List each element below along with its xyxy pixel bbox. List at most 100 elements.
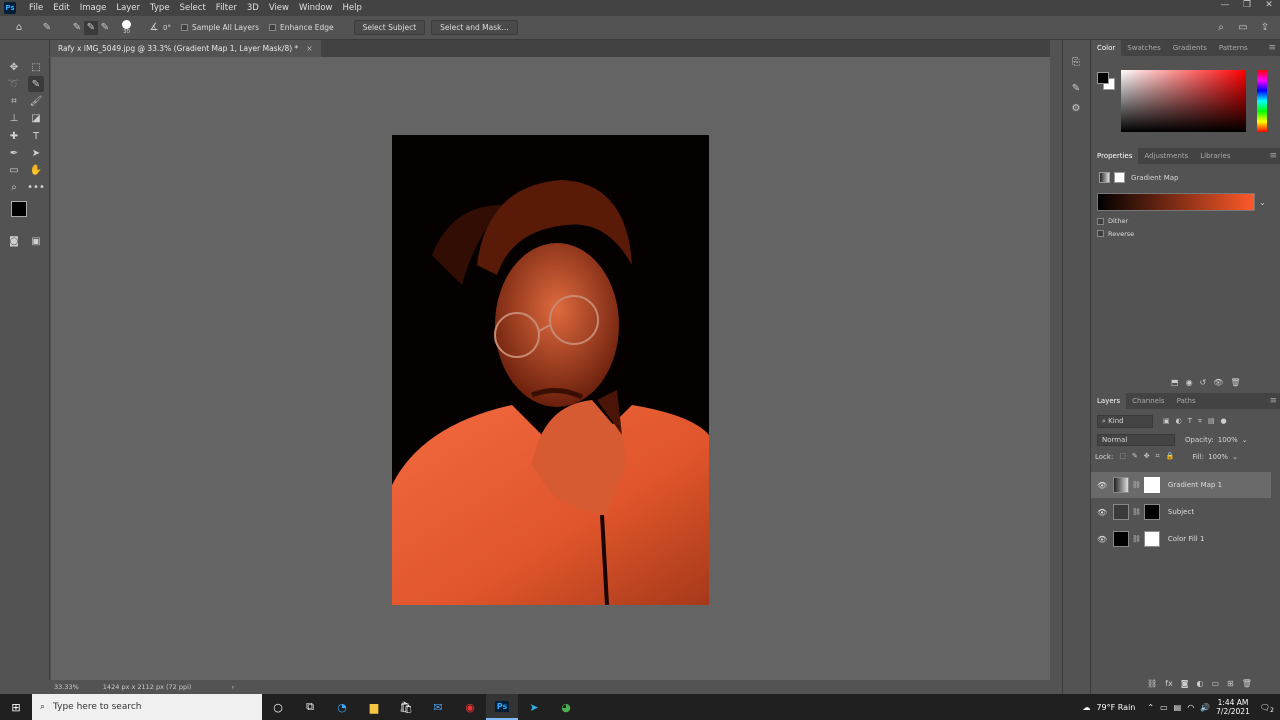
reverse-checkbox[interactable]: Reverse — [1097, 230, 1280, 238]
red-app-icon[interactable]: ◉ — [454, 694, 486, 720]
menu-type[interactable]: Type — [145, 3, 175, 13]
add-to-selection-icon[interactable]: ✎ — [84, 20, 98, 35]
document-tab[interactable]: Rafy x IMG_5049.jpg @ 33.3% (Gradient Ma… — [50, 40, 321, 57]
more-tools-icon[interactable]: ••• — [27, 179, 45, 195]
new-adjustment-icon[interactable]: ◐ — [1196, 679, 1203, 688]
mask-icon[interactable] — [1114, 172, 1125, 183]
taskbar-search-input[interactable]: ⌕ Type here to search — [32, 694, 262, 720]
weather-cloud-icon[interactable]: ☁ — [1082, 703, 1090, 712]
lock-icons[interactable]: ⬚✎✥⌗🔒 — [1119, 452, 1180, 461]
reset-icon[interactable]: ↺ — [1200, 378, 1207, 387]
panel-menu-icon[interactable]: ≡ — [1269, 396, 1277, 406]
menu-view[interactable]: View — [264, 3, 294, 13]
network-icon[interactable]: ▤ — [1174, 703, 1182, 712]
telegram-icon[interactable]: ➤ — [518, 694, 550, 720]
menu-edit[interactable]: Edit — [48, 3, 74, 13]
menu-filter[interactable]: Filter — [211, 3, 242, 13]
select-and-mask-button[interactable]: Select and Mask... — [431, 20, 518, 35]
angle-value[interactable]: 0° — [163, 24, 171, 32]
tab-swatches[interactable]: Swatches — [1121, 40, 1166, 56]
eraser-tool-icon[interactable]: ◪ — [28, 110, 44, 126]
tab-layers[interactable]: Layers — [1091, 393, 1127, 409]
share-icon[interactable]: ⇪ — [1258, 21, 1272, 35]
menu-help[interactable]: Help — [338, 3, 367, 13]
new-selection-icon[interactable]: ✎ — [70, 21, 84, 35]
crop-tool-icon[interactable]: ⌗ — [6, 93, 22, 109]
tab-color[interactable]: Color — [1091, 40, 1122, 56]
chevron-down-icon[interactable]: ⌄ — [1242, 436, 1248, 444]
photoshop-logo-icon[interactable]: Ps — [4, 2, 16, 14]
photoshop-taskbar-icon[interactable]: Ps — [486, 694, 518, 720]
quick-selection-tool-icon[interactable]: ✎ — [28, 76, 44, 92]
brush-tool-icon[interactable]: 🖌 — [28, 93, 44, 109]
zoom-level[interactable]: 33.33% — [54, 683, 79, 691]
clock[interactable]: 1:44 AM 7/2/2021 — [1216, 698, 1250, 716]
hue-slider[interactable] — [1257, 70, 1267, 132]
layer-filter-select[interactable]: ⌕ Kind — [1097, 415, 1153, 428]
view-previous-icon[interactable]: ◉ — [1186, 378, 1193, 387]
chrome-icon[interactable]: ◕ — [550, 694, 582, 720]
quick-selection-preset-icon[interactable]: ✎ — [40, 21, 54, 35]
layer-mask-thumbnail[interactable] — [1143, 477, 1160, 493]
menu-layer[interactable]: Layer — [111, 3, 145, 13]
volume-icon[interactable]: 🔊 — [1200, 703, 1210, 712]
menu-select[interactable]: Select — [175, 3, 211, 13]
chain-link-icon[interactable]: ⛓ — [1132, 535, 1141, 543]
menu-image[interactable]: Image — [75, 3, 112, 13]
blend-mode-select[interactable]: Normal — [1097, 434, 1175, 446]
menu-file[interactable]: File — [24, 3, 48, 13]
notification-icon[interactable]: 🗨 2 — [1260, 703, 1274, 714]
chain-link-icon[interactable]: ⛓ — [1132, 508, 1141, 516]
close-document-icon[interactable]: × — [306, 44, 312, 53]
chevron-down-icon[interactable]: ⌄ — [1259, 198, 1266, 207]
layer-mask-thumbnail[interactable] — [1143, 531, 1160, 547]
windows-start-icon[interactable]: ⊞ — [0, 694, 32, 720]
microsoft-store-icon[interactable]: 🛍 — [390, 694, 422, 720]
laptop-icon[interactable]: ▭ — [1160, 703, 1168, 712]
tab-channels[interactable]: Channels — [1126, 393, 1170, 409]
layer-filter-icons[interactable]: ▣◐T⌗▤● — [1163, 417, 1233, 426]
new-group-icon[interactable]: ▭ — [1211, 679, 1219, 688]
weather-text[interactable]: 79°F Rain — [1096, 703, 1135, 712]
dither-checkbox[interactable]: Dither — [1097, 217, 1128, 225]
tab-patterns[interactable]: Patterns — [1213, 40, 1254, 56]
tab-adjustments[interactable]: Adjustments — [1138, 148, 1194, 164]
visibility-icon[interactable]: 👁 — [1213, 378, 1223, 387]
document-canvas-image[interactable] — [392, 135, 709, 605]
path-selection-tool-icon[interactable]: ➤ — [28, 145, 44, 161]
clip-to-layer-icon[interactable]: ⬒ — [1171, 378, 1179, 387]
new-layer-icon[interactable]: ⊞ — [1227, 679, 1234, 688]
layer-row-gradient-map[interactable]: 👁 ⛓ Gradient Map 1 — [1091, 472, 1271, 498]
healing-tool-icon[interactable]: ✚ — [6, 128, 22, 144]
brush-settings-icon[interactable]: ✎ — [1068, 80, 1084, 96]
gradient-map-preview[interactable] — [1097, 193, 1255, 211]
tab-libraries[interactable]: Libraries — [1194, 148, 1236, 164]
chain-link-icon[interactable]: ⛓ — [1132, 481, 1141, 489]
panel-menu-icon[interactable]: ≡ — [1269, 151, 1277, 161]
tab-properties[interactable]: Properties — [1091, 148, 1139, 164]
document-dimensions[interactable]: 1424 px x 2112 px (72 ppi) — [103, 683, 192, 691]
delete-layer-icon[interactable]: 🗑 — [1242, 679, 1252, 688]
quick-mask-icon[interactable]: ◙ — [6, 233, 22, 249]
lasso-tool-icon[interactable]: ➰ — [6, 76, 22, 92]
adjust-panel-icon[interactable]: ⚙ — [1068, 100, 1084, 116]
move-tool-icon[interactable]: ✥ — [6, 59, 22, 75]
enhance-edge-checkbox[interactable]: Enhance Edge — [268, 23, 334, 32]
color-field[interactable] — [1121, 70, 1246, 132]
rectangle-tool-icon[interactable]: ▭ — [6, 162, 22, 178]
hand-tool-icon[interactable]: ✋ — [28, 162, 44, 178]
clone-stamp-tool-icon[interactable]: ⊥ — [6, 110, 22, 126]
edge-browser-icon[interactable]: ◔ — [326, 694, 358, 720]
foreground-color-swatch[interactable] — [11, 201, 27, 217]
layer-name[interactable]: Subject — [1168, 508, 1194, 516]
pen-tool-icon[interactable]: ✒ — [6, 145, 22, 161]
history-panel-icon[interactable]: ⎘ — [1068, 54, 1084, 70]
opacity-value[interactable]: 100% — [1218, 436, 1238, 444]
layer-row-subject[interactable]: 👁 ⛓ Subject — [1091, 499, 1271, 525]
screen-mode-icon[interactable]: ▣ — [28, 233, 44, 249]
layer-name[interactable]: Gradient Map 1 — [1168, 481, 1222, 489]
restore-icon[interactable]: ❐ — [1236, 0, 1258, 10]
layer-style-icon[interactable]: fx — [1165, 679, 1173, 688]
layer-name[interactable]: Color Fill 1 — [1168, 535, 1205, 543]
subtract-selection-icon[interactable]: ✎ — [98, 21, 112, 35]
